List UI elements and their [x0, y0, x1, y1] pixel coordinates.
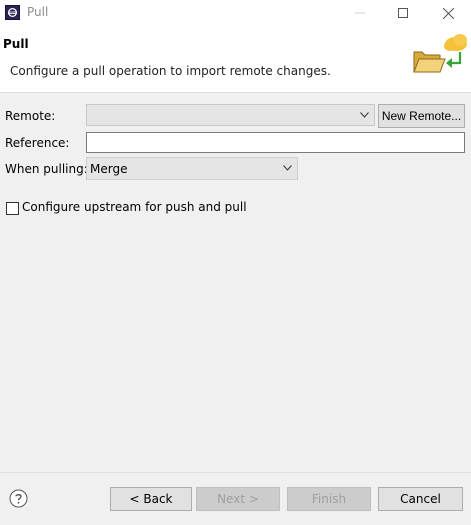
reference-input[interactable]: [86, 132, 465, 153]
eclipse-icon: [5, 5, 20, 20]
page-title: Pull: [3, 37, 29, 51]
finish-button[interactable]: Finish: [287, 487, 371, 511]
back-button[interactable]: < Back: [110, 487, 192, 511]
reference-label: Reference:: [5, 136, 70, 150]
when-pulling-combo[interactable]: Merge: [86, 157, 298, 180]
close-icon: [442, 7, 454, 19]
maximize-button[interactable]: [381, 0, 425, 26]
configure-upstream-label[interactable]: Configure upstream for push and pull: [22, 200, 247, 214]
close-button[interactable]: [426, 0, 470, 26]
cancel-button[interactable]: Cancel: [378, 487, 463, 511]
new-remote-button[interactable]: New Remote...: [378, 104, 465, 128]
wizard-header: Pull Configure a pull operation to impor…: [0, 26, 471, 92]
page-description: Configure a pull operation to import rem…: [10, 64, 331, 78]
remote-label: Remote:: [5, 109, 56, 123]
title-bar: Pull: [0, 0, 471, 26]
when-pulling-label: When pulling:: [5, 162, 88, 176]
next-button[interactable]: Next >: [196, 487, 280, 511]
help-icon[interactable]: [9, 489, 28, 508]
when-pulling-value: Merge: [90, 162, 128, 176]
minimize-icon: [355, 12, 365, 14]
wizard-content: Remote: New Remote... Reference: When pu…: [0, 93, 471, 472]
folder-pull-icon: [413, 34, 467, 73]
maximize-icon: [398, 8, 408, 18]
remote-combo[interactable]: [86, 104, 375, 126]
chevron-down-icon: [281, 161, 293, 175]
window-title: Pull: [27, 5, 49, 19]
configure-upstream-checkbox[interactable]: [6, 202, 19, 215]
chevron-down-icon: [358, 108, 370, 122]
minimize-button[interactable]: [338, 0, 382, 26]
wizard-footer: < Back Next > Finish Cancel: [0, 473, 471, 525]
